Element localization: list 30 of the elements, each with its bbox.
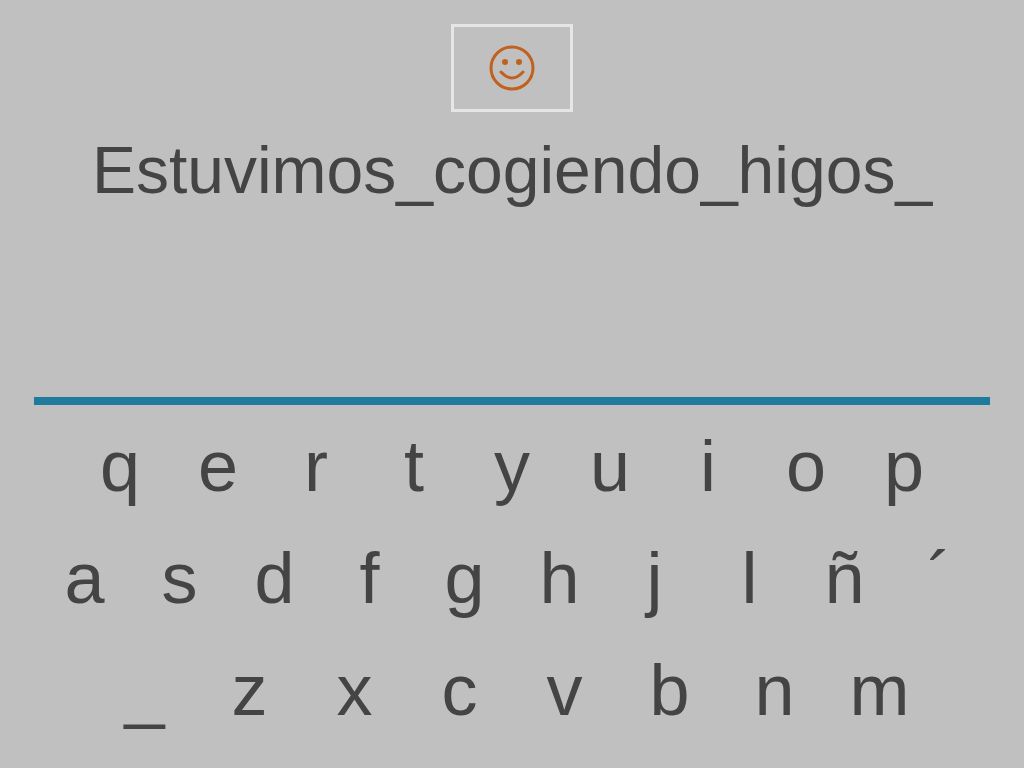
key[interactable]: y — [463, 421, 561, 511]
key[interactable]: g — [417, 533, 512, 623]
key[interactable]: ´ — [892, 533, 987, 623]
key[interactable]: f — [322, 533, 417, 623]
smiley-icon — [488, 44, 536, 92]
key[interactable]: p — [855, 421, 953, 511]
key[interactable]: t — [365, 421, 463, 511]
key[interactable]: i — [659, 421, 757, 511]
key[interactable]: ñ — [797, 533, 892, 623]
key[interactable]: r — [267, 421, 365, 511]
key[interactable]: c — [407, 645, 512, 735]
key[interactable]: v — [512, 645, 617, 735]
key[interactable]: z — [197, 645, 302, 735]
key[interactable]: _ — [92, 645, 197, 735]
key[interactable]: l — [702, 533, 797, 623]
sentence-text: Estuvimos_cogiendo_higos_ — [91, 132, 933, 209]
key[interactable]: h — [512, 533, 607, 623]
key[interactable]: e — [169, 421, 267, 511]
key[interactable]: o — [757, 421, 855, 511]
key[interactable]: m — [827, 645, 932, 735]
key[interactable]: j — [607, 533, 702, 623]
key[interactable]: d — [227, 533, 322, 623]
smiley-button[interactable] — [451, 24, 573, 112]
key[interactable]: q — [71, 421, 169, 511]
key[interactable]: u — [561, 421, 659, 511]
key[interactable]: a — [37, 533, 132, 623]
key[interactable]: x — [302, 645, 407, 735]
key[interactable]: b — [617, 645, 722, 735]
key[interactable]: s — [132, 533, 227, 623]
key[interactable]: n — [722, 645, 827, 735]
